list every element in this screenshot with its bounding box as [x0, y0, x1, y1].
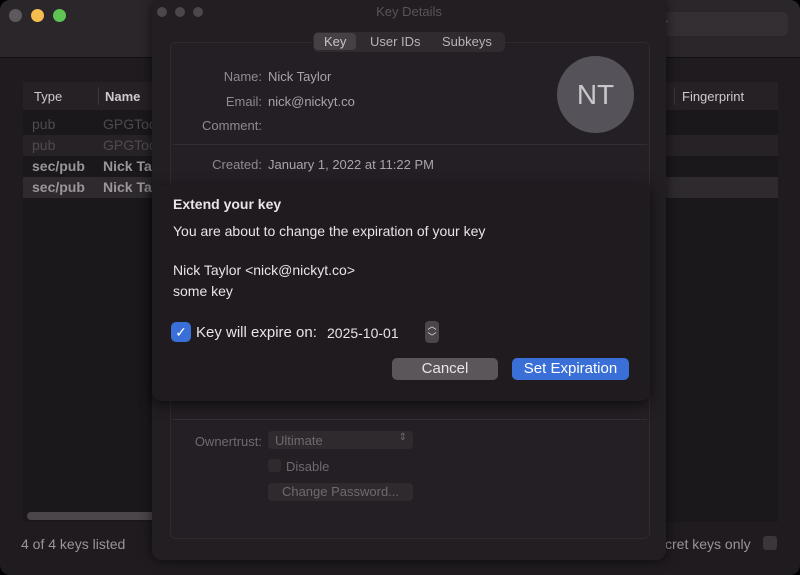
name-label: Name:	[223, 69, 262, 84]
horizontal-scrollbar[interactable]	[27, 512, 157, 520]
row-type: pub	[32, 137, 56, 153]
close-button[interactable]	[9, 9, 22, 22]
expire-label: Key will expire on:	[196, 324, 317, 341]
row-name: GPGToo	[103, 116, 157, 132]
chevron-down-icon: ﹀	[427, 332, 437, 342]
row-type: sec/pub	[32, 158, 85, 174]
row-name: GPGToo	[103, 137, 157, 153]
email-label: Email:	[225, 94, 262, 109]
column-type[interactable]: Type	[34, 89, 62, 104]
ownertrust-select[interactable]: Ultimate ⇕	[268, 431, 413, 449]
chevron-updown-icon: ⇕	[398, 432, 407, 443]
email-value: nick@nickyt.co	[268, 94, 355, 109]
secret-keys-only-checkbox[interactable]	[763, 536, 777, 550]
sheet-title: Extend your key	[173, 196, 282, 212]
change-password-button[interactable]: Change Password...	[268, 483, 413, 501]
zoom-button[interactable]	[53, 9, 66, 22]
sheet-comment: some key	[173, 283, 233, 299]
tab-bar: Key User IDs Subkeys	[313, 32, 505, 52]
expire-date-field[interactable]: 2025-10-01	[327, 325, 399, 341]
tab-user-ids[interactable]: User IDs	[370, 34, 421, 49]
tab-subkeys[interactable]: Subkeys	[442, 34, 492, 49]
window-title: Key Details	[376, 4, 442, 19]
row-type: sec/pub	[32, 179, 85, 195]
row-name: Nick Ta	[103, 158, 152, 174]
expire-checkbox[interactable]: ✓	[171, 322, 191, 342]
disable-checkbox[interactable]	[268, 459, 281, 472]
disable-label: Disable	[286, 459, 330, 474]
date-stepper[interactable]: ︿ ﹀	[425, 321, 439, 343]
tab-key[interactable]: Key	[314, 33, 357, 50]
cancel-button[interactable]: Cancel	[392, 358, 498, 380]
checkmark-icon: ✓	[175, 324, 187, 340]
minimize-button[interactable]	[31, 9, 44, 22]
name-value: Nick Taylor	[268, 69, 332, 84]
column-fingerprint[interactable]: Fingerprint	[682, 89, 744, 104]
ownertrust-label: Ownertrust:	[194, 434, 262, 449]
created-label: Created:	[212, 157, 262, 172]
extend-key-sheet: Extend your key You are about to change …	[152, 185, 650, 401]
created-value: January 1, 2022 at 11:22 PM	[268, 157, 434, 172]
chevron-up-icon: ︿	[427, 321, 437, 331]
keys-count-status: 4 of 4 keys listed	[21, 536, 126, 552]
sheet-user-id: Nick Taylor <nick@nickyt.co>	[173, 262, 356, 278]
comment-label: Comment:	[202, 118, 262, 133]
avatar: NT	[557, 56, 634, 133]
secret-keys-only-label: cret keys only	[665, 536, 751, 552]
row-name: Nick Ta	[103, 179, 152, 195]
set-expiration-button[interactable]: Set Expiration	[512, 358, 629, 380]
row-type: pub	[32, 116, 56, 132]
column-name[interactable]: Name	[105, 89, 140, 104]
ownertrust-value: Ultimate	[275, 433, 323, 448]
sheet-message: You are about to change the expiration o…	[173, 223, 486, 239]
